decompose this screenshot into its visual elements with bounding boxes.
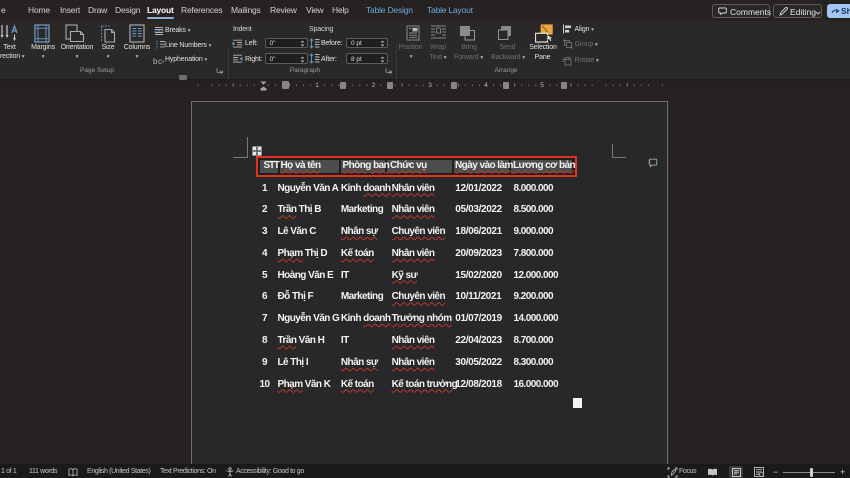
svg-text:c: c: [158, 57, 162, 66]
